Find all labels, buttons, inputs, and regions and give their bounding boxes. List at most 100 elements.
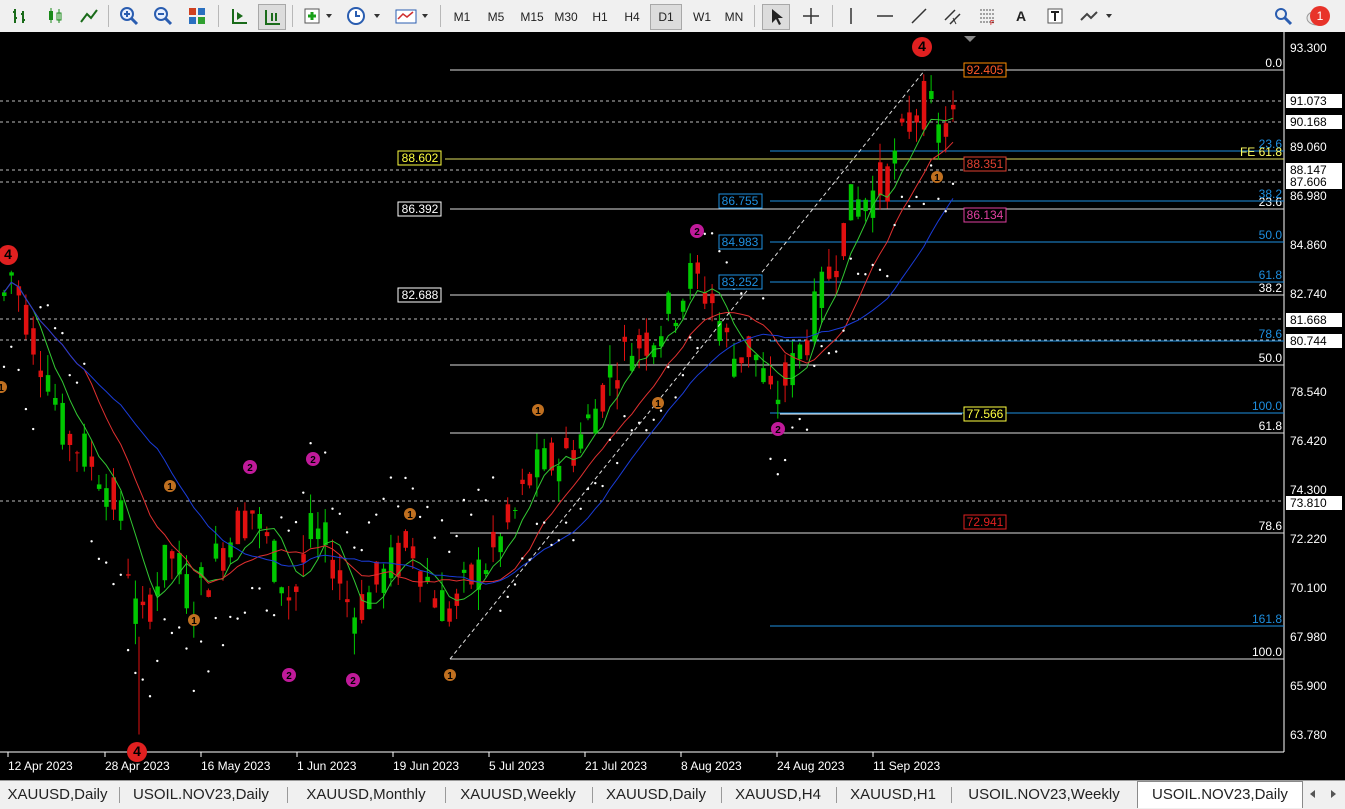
horizontal-line-icon[interactable] [872, 4, 898, 28]
zoom-in-icon[interactable] [116, 4, 142, 28]
date-axis-label: 21 Jul 2023 [585, 759, 647, 773]
indicators-icon[interactable] [300, 4, 336, 28]
periodicity-icon[interactable] [344, 4, 384, 28]
tile-windows-icon[interactable] [184, 4, 210, 28]
chart-window[interactable]: 0.0 23.6 38.2 50.0 61.8 78.6 100.0 23.6 38.2 50.0… [0, 32, 1345, 780]
cursor-icon[interactable] [762, 4, 790, 30]
timeframe-m5[interactable]: M5 [480, 4, 512, 30]
tab-scroll-right-icon[interactable] [1325, 784, 1341, 804]
sar-dot [97, 557, 101, 561]
wave-label-text: 4 [133, 743, 141, 759]
notifications-icon[interactable]: 1 [1304, 4, 1340, 28]
vertical-line-icon[interactable] [838, 4, 864, 28]
price-axis-label: 80.744 [1290, 334, 1327, 348]
candle-body [221, 548, 226, 571]
candle-body [936, 124, 941, 143]
candle-body [279, 587, 284, 594]
tab-usoil-daily-active[interactable]: USOIL.NOV23,Daily [1137, 781, 1303, 808]
tab-xauusd-weekly[interactable]: XAUUSD,Weekly [447, 784, 589, 806]
timeframe-w1[interactable]: W1 [686, 4, 718, 30]
sar-dot [616, 461, 619, 465]
candle-body [133, 598, 138, 624]
sar-dot [32, 427, 35, 431]
left-level-tag: 82.688 [402, 288, 439, 302]
candle-body [666, 292, 671, 314]
tab-xauusd-h4[interactable]: XAUUSD,H4 [723, 784, 833, 806]
fibonacci-icon[interactable]: F [974, 4, 1000, 28]
chart-tabs: XAUUSD,Daily USOIL.NOV23,Daily XAUUSD,Mo… [0, 780, 1345, 809]
right-level-tag: 88.351 [967, 157, 1004, 171]
bar-chart-icon[interactable] [8, 4, 34, 28]
ma-fast-line [3, 117, 954, 604]
candle-body [308, 513, 314, 540]
sar-dot [404, 476, 407, 480]
tab-usoil-daily[interactable]: USOIL.NOV23,Daily [121, 784, 281, 806]
sar-dot [645, 429, 648, 432]
toolbar: M1 M5 M15 M30 H1 H4 D1 W1 MN F A 1 [0, 0, 1345, 33]
candle-body [148, 594, 153, 622]
text-tool-icon[interactable]: A [1008, 4, 1034, 28]
tab-scroll-left-icon[interactable] [1305, 784, 1321, 804]
trendline-icon[interactable] [906, 4, 932, 28]
sar-dot [382, 497, 385, 501]
timeframe-h4[interactable]: H4 [616, 4, 648, 30]
timeframe-m1[interactable]: M1 [446, 4, 478, 30]
fibo-level-label: 50.0 [1259, 351, 1283, 365]
zoom-out-icon[interactable] [150, 4, 176, 28]
candle-body [162, 544, 168, 581]
candle-body [644, 332, 649, 356]
candle-body [732, 358, 737, 377]
tab-xauusd-h1[interactable]: XAUUSD,H1 [838, 784, 948, 806]
candlestick-icon[interactable] [42, 4, 68, 28]
channel-icon[interactable] [940, 4, 966, 28]
chart-shift-icon[interactable] [258, 4, 286, 30]
sar-dot [579, 507, 582, 510]
sar-dot [426, 505, 429, 509]
sar-dot [265, 609, 268, 612]
fibo-expansion-label: 78.6 [1259, 327, 1283, 341]
fibo-level-label: 78.6 [1259, 519, 1283, 533]
sar-dot [134, 671, 137, 675]
price-chart[interactable]: 0.023.638.250.061.878.6100.023.638.250.0… [0, 32, 1345, 780]
sar-dot [105, 561, 108, 564]
candle-body [695, 262, 700, 274]
tab-usoil-weekly[interactable]: USOIL.NOV23,Weekly [953, 784, 1135, 806]
sar-dot [535, 522, 539, 526]
search-icon[interactable] [1270, 4, 1296, 28]
text-label-icon[interactable] [1042, 4, 1068, 28]
sar-dot [827, 352, 831, 355]
candle-body [856, 199, 861, 217]
sar-dot [710, 232, 714, 235]
timeframe-h1[interactable]: H1 [584, 4, 616, 30]
sar-dot [302, 491, 305, 494]
sar-dot [623, 415, 626, 418]
sar-dot [440, 519, 444, 522]
timeframe-d1[interactable]: D1 [650, 4, 682, 30]
ma-slow-line [3, 198, 954, 585]
timeframe-mn[interactable]: MN [718, 4, 750, 30]
timeframe-m30[interactable]: M30 [550, 4, 582, 30]
line-chart-icon[interactable] [76, 4, 102, 28]
sar-dot [769, 457, 772, 461]
crosshair-icon[interactable] [798, 4, 824, 28]
tab-xauusd-monthly[interactable]: XAUUSD,Monthly [289, 784, 443, 806]
sar-dot [68, 373, 71, 377]
sar-dot [243, 611, 247, 614]
price-axis-label: 93.300 [1290, 41, 1327, 55]
candle-body [9, 272, 14, 276]
sar-dot [331, 507, 334, 510]
arrows-icon[interactable] [1076, 4, 1116, 28]
sar-dot [491, 476, 495, 479]
candle-body [440, 590, 445, 621]
autoscroll-icon[interactable] [226, 4, 252, 28]
candle-body [710, 293, 715, 304]
timeframe-m15[interactable]: M15 [514, 4, 550, 30]
candle-body [826, 266, 832, 279]
sar-dot [462, 498, 466, 502]
sar-dot [849, 257, 852, 260]
templates-icon[interactable] [392, 4, 432, 28]
left-level-tag: 86.392 [402, 202, 439, 216]
sar-dot [192, 689, 195, 693]
tab-xauusd-daily-2[interactable]: XAUUSD,Daily [594, 784, 718, 806]
tab-xauusd-daily[interactable]: XAUUSD,Daily [0, 784, 115, 806]
